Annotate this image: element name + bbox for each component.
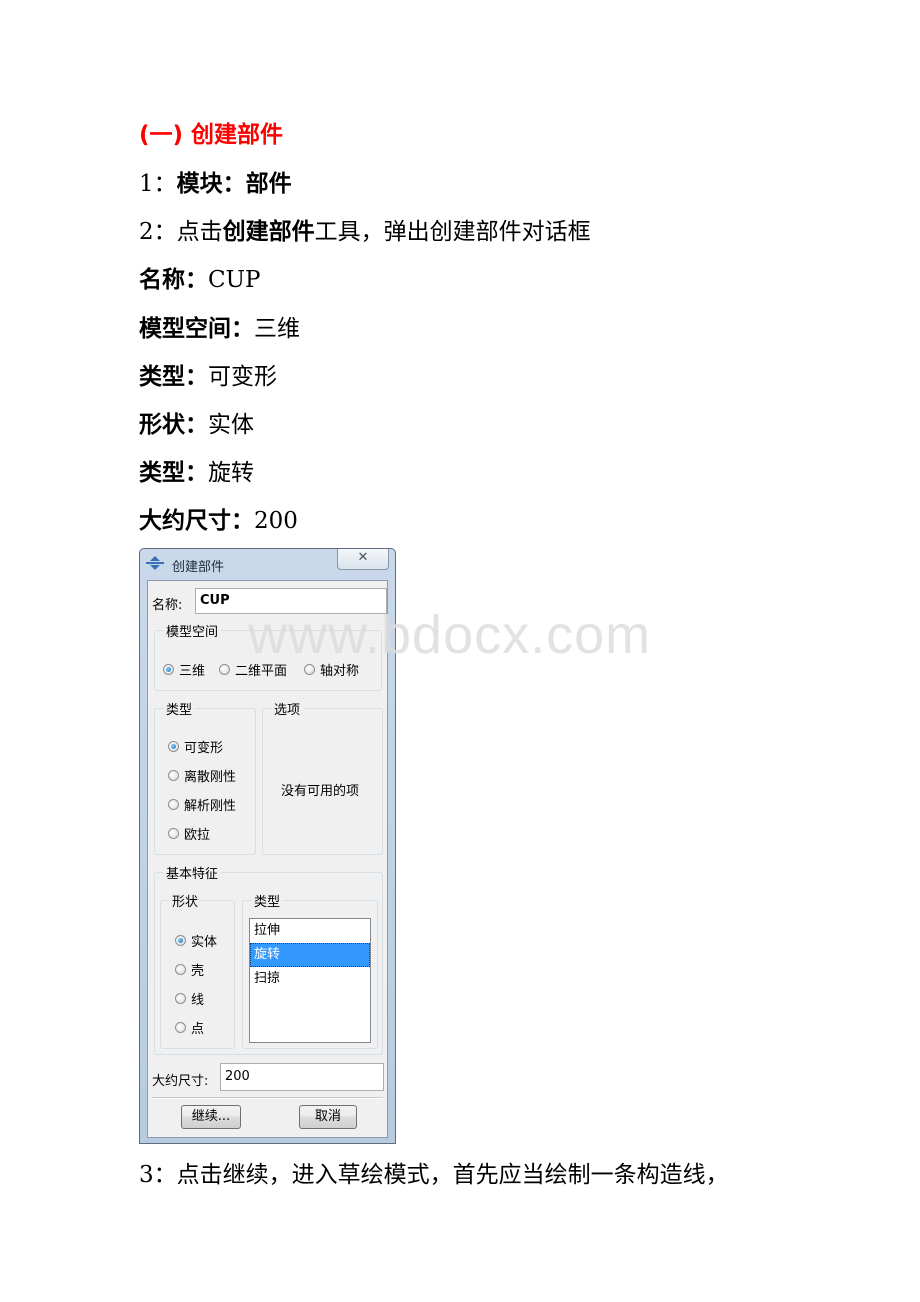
list-item-extrude[interactable]: 拉伸 <box>250 919 370 943</box>
step-2-pre: 点击 <box>176 219 223 245</box>
radio-icon <box>175 1022 186 1033</box>
shape-legend: 形状 <box>172 895 199 910</box>
app-icon <box>146 556 164 570</box>
dialog-body: 名称: CUP 模型空间 三维 二维平面 轴对称 类型 可变形 离散刚性 解析刚… <box>147 580 388 1138</box>
radio-label: 壳 <box>191 964 205 979</box>
field-value: 三维 <box>254 316 300 342</box>
radio-icon <box>175 964 186 975</box>
radio-icon <box>304 664 315 675</box>
radio-discrete-rigid[interactable]: 离散刚性 <box>168 766 236 785</box>
field-model-space: 模型空间：三维 <box>139 314 300 344</box>
approx-size-label: 大约尺寸: <box>152 1074 209 1089</box>
radio-deformable[interactable]: 可变形 <box>168 737 223 756</box>
field-label: 类型： <box>139 460 208 486</box>
radio-label: 解析刚性 <box>184 799 237 814</box>
field-label: 类型： <box>139 364 208 390</box>
step-2: 2：点击创建部件工具，弹出创建部件对话框 <box>139 217 591 247</box>
field-value: 实体 <box>208 412 254 438</box>
radio-shell[interactable]: 壳 <box>175 960 204 979</box>
field-feature-type: 类型：旋转 <box>139 458 254 488</box>
radio-label: 离散刚性 <box>184 770 237 785</box>
model-space-legend: 模型空间 <box>166 625 219 640</box>
radio-point[interactable]: 点 <box>175 1018 204 1037</box>
radio-label: 线 <box>191 993 205 1008</box>
options-empty-text: 没有可用的项 <box>281 784 360 799</box>
model-space-group: 模型空间 <box>154 621 382 691</box>
radio-icon <box>168 799 179 810</box>
radio-2d-planar[interactable]: 二维平面 <box>219 660 287 679</box>
radio-selected-icon <box>175 935 186 946</box>
step-1-label: 模块：部件 <box>176 171 292 197</box>
field-label: 名称： <box>139 267 208 293</box>
radio-icon <box>168 828 179 839</box>
radio-label: 可变形 <box>184 741 224 756</box>
dialog-titlebar[interactable]: 创建部件 ✕ <box>140 549 395 579</box>
close-icon: ✕ <box>357 550 369 565</box>
field-value: CUP <box>208 267 261 293</box>
radio-icon <box>175 993 186 1004</box>
divider <box>152 1097 383 1099</box>
step-2-post: 工具，弹出创建部件对话框 <box>314 219 591 245</box>
continue-button[interactable]: 继续... <box>181 1105 241 1129</box>
base-feature-legend: 基本特征 <box>166 867 219 882</box>
radio-icon <box>219 664 230 675</box>
radio-label: 欧拉 <box>184 828 211 843</box>
approx-size-input[interactable]: 200 <box>220 1063 384 1091</box>
feature-type-listbox[interactable]: 拉伸 旋转 扫掠 <box>249 918 371 1043</box>
radio-3d[interactable]: 三维 <box>163 660 205 679</box>
field-type: 类型：可变形 <box>139 362 277 392</box>
field-approx-size: 大约尺寸：200 <box>139 506 298 536</box>
step-1: 1：模块：部件 <box>139 169 292 199</box>
radio-label: 二维平面 <box>235 664 288 679</box>
radio-selected-icon <box>168 741 179 752</box>
step-2-bold: 创建部件 <box>222 219 315 245</box>
radio-solid[interactable]: 实体 <box>175 931 217 950</box>
field-value: 可变形 <box>208 364 277 390</box>
radio-label: 实体 <box>191 935 218 950</box>
field-value: 旋转 <box>208 460 254 486</box>
field-name: 名称：CUP <box>139 265 260 295</box>
cancel-button[interactable]: 取消 <box>299 1105 357 1129</box>
options-legend: 选项 <box>274 703 301 718</box>
list-item-sweep[interactable]: 扫掠 <box>250 967 370 991</box>
list-item-revolve[interactable]: 旋转 <box>250 943 370 967</box>
type-legend: 类型 <box>166 703 193 718</box>
options-group: 选项 <box>262 699 383 855</box>
feature-type-legend: 类型 <box>254 895 281 910</box>
name-input[interactable]: CUP <box>195 588 387 614</box>
radio-axisymmetric[interactable]: 轴对称 <box>304 660 359 679</box>
create-part-dialog: 创建部件 ✕ 名称: CUP 模型空间 三维 二维平面 轴对称 类型 可变形 离… <box>139 548 396 1144</box>
radio-label: 三维 <box>179 664 206 679</box>
radio-icon <box>168 770 179 781</box>
field-value: 200 <box>254 508 298 534</box>
field-label: 大约尺寸： <box>139 508 254 534</box>
field-label: 模型空间： <box>139 316 254 342</box>
radio-eulerian[interactable]: 欧拉 <box>168 824 210 843</box>
radio-label: 轴对称 <box>320 664 360 679</box>
section-heading: (一) 创建部件 <box>139 122 284 148</box>
field-shape: 形状：实体 <box>139 410 254 440</box>
radio-analytical-rigid[interactable]: 解析刚性 <box>168 795 236 814</box>
step-1-number: 1： <box>139 171 177 197</box>
field-label: 形状： <box>139 412 208 438</box>
step-2-number: 2： <box>139 219 177 245</box>
radio-label: 点 <box>191 1022 205 1037</box>
name-label: 名称: <box>152 598 183 613</box>
step-3: 3：点击继续，进入草绘模式，首先应当绘制一条构造线， <box>139 1162 729 1188</box>
close-button[interactable]: ✕ <box>337 549 389 570</box>
dialog-title: 创建部件 <box>172 560 225 575</box>
radio-selected-icon <box>163 664 174 675</box>
radio-wire[interactable]: 线 <box>175 989 204 1008</box>
